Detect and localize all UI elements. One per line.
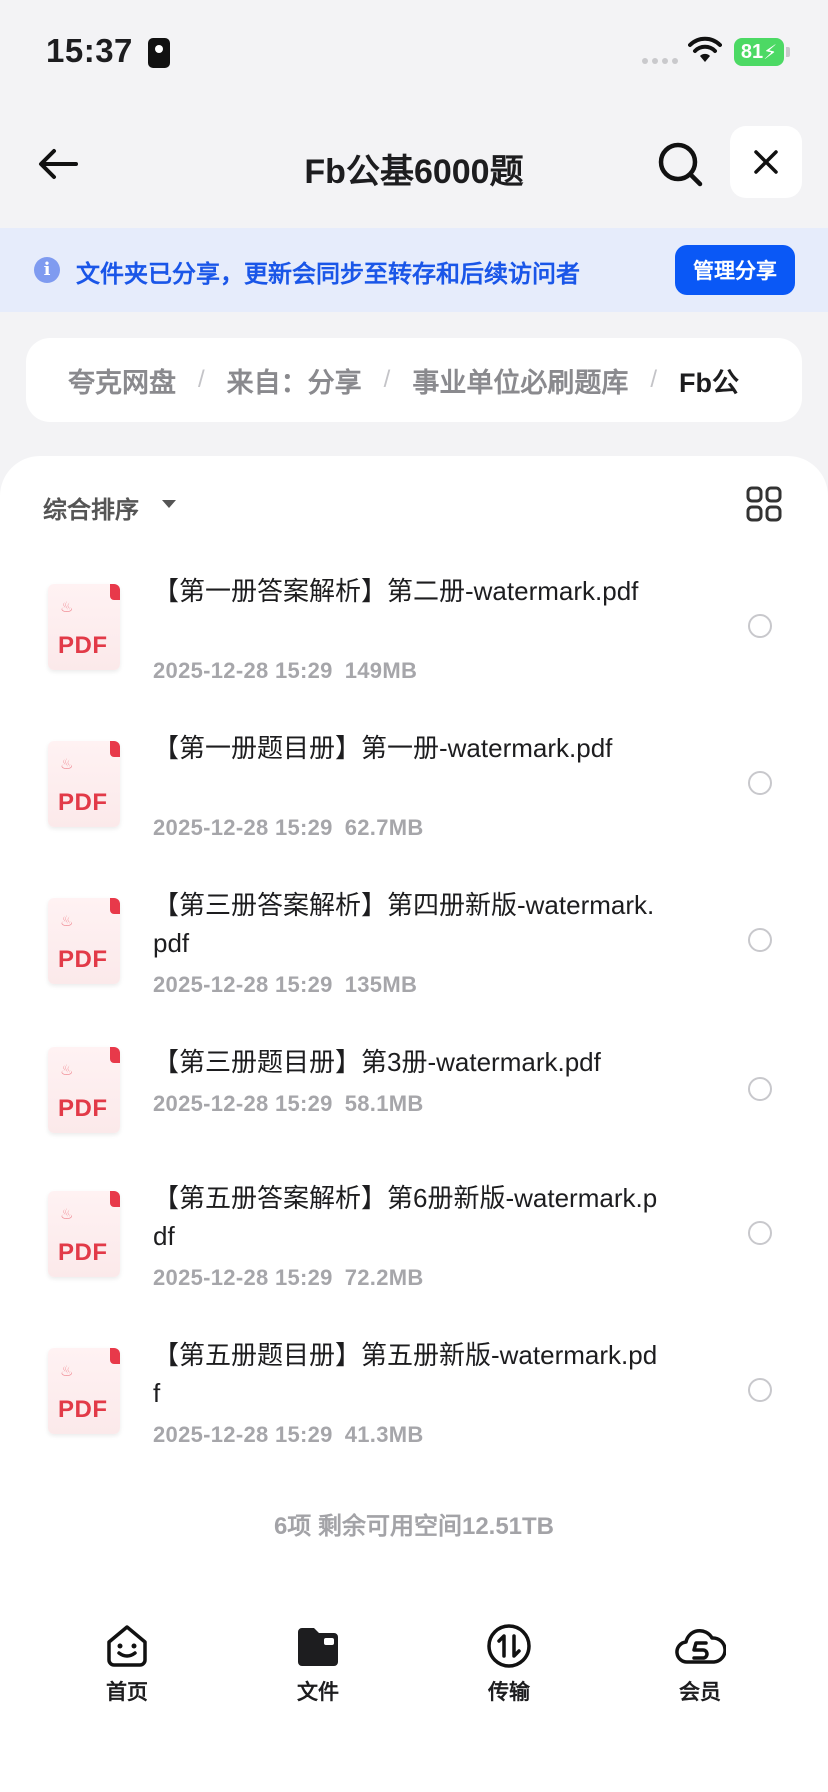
file-meta: 2025-12-28 15:29 41.3MB xyxy=(153,1422,424,1448)
wifi-icon xyxy=(688,36,722,62)
file-name: 【第五册题目册】第五册新版-watermark.pdf xyxy=(153,1340,658,1408)
battery-cap xyxy=(786,47,790,57)
storage-summary: 6项 剩余可用空间12.51TB xyxy=(273,1513,555,1540)
nav-bar: Fb公基6000题 xyxy=(0,120,828,210)
list-item[interactable]: ♨ PDF 【第一册答案解析】第二册-watermark.pdf 2025-12… xyxy=(0,572,828,729)
tab-member[interactable]: 会员 xyxy=(640,1622,760,1706)
select-radio[interactable] xyxy=(748,928,772,952)
file-size: 72.2MB xyxy=(344,1265,424,1290)
breadcrumb-separator: / xyxy=(650,366,658,393)
tab-label: 传输 xyxy=(488,1681,530,1704)
tab-home[interactable]: 首页 xyxy=(67,1622,187,1706)
sort-dropdown[interactable]: 综合排序 xyxy=(43,490,139,525)
select-radio[interactable] xyxy=(748,614,772,638)
grid-view-icon[interactable] xyxy=(746,486,782,522)
tab-transfer[interactable]: 传输 xyxy=(449,1622,569,1706)
bottom-tab-bar: 首页 文件 传输 会员 xyxy=(0,1610,828,1730)
list-item[interactable]: ♨ PDF 【第一册题目册】第一册-watermark.pdf 2025-12-… xyxy=(0,729,828,886)
file-meta: 2025-12-28 15:29 62.7MB xyxy=(153,815,424,841)
select-radio[interactable] xyxy=(748,771,772,795)
file-date: 2025-12-28 15:29 xyxy=(153,972,333,997)
file-meta: 2025-12-28 15:29 135MB xyxy=(153,972,417,998)
info-icon: i xyxy=(34,257,60,283)
manage-share-button[interactable]: 管理分享 xyxy=(675,245,795,295)
file-panel: 综合排序 ♨ PDF 【第一册答案解析】第二册-watermark.pdf 20… xyxy=(0,456,828,1792)
list-item[interactable]: ♨ PDF 【第三册答案解析】第四册新版-watermark.pdf 2025-… xyxy=(0,886,828,1043)
close-button[interactable] xyxy=(730,126,802,198)
search-icon[interactable] xyxy=(656,140,704,188)
status-bar: 15:37 81 ⚡ xyxy=(0,0,828,100)
tab-label: 首页 xyxy=(106,1681,148,1704)
select-radio[interactable] xyxy=(748,1077,772,1101)
file-size: 41.3MB xyxy=(344,1422,424,1447)
select-radio[interactable] xyxy=(748,1221,772,1245)
sim-card-icon xyxy=(148,38,170,68)
list-item[interactable]: ♨ PDF 【第三册题目册】第3册-watermark.pdf 2025-12-… xyxy=(0,1043,828,1190)
caret-down-icon[interactable] xyxy=(162,500,176,508)
breadcrumb-separator: / xyxy=(198,366,205,393)
file-date: 2025-12-28 15:29 xyxy=(153,1265,333,1290)
share-banner-text: 文件夹已分享，更新会同步至转存和后续访问者 xyxy=(76,261,580,288)
breadcrumb: 夸克网盘 / 来自：分享 / 事业单位必刷题库 / Fb公 xyxy=(26,338,802,422)
share-banner: i 文件夹已分享，更新会同步至转存和后续访问者 管理分享 xyxy=(0,228,828,312)
file-size: 149MB xyxy=(344,658,418,683)
file-meta: 2025-12-28 15:29 58.1MB xyxy=(153,1091,424,1117)
battery-level: 81 xyxy=(740,40,764,63)
file-date: 2025-12-28 15:29 xyxy=(153,815,333,840)
breadcrumb-item-folder[interactable]: 事业单位必刷题库 xyxy=(412,361,628,400)
cellular-signal-icon xyxy=(642,58,678,64)
file-name: 【第三册题目册】第3册-watermark.pdf xyxy=(153,1047,601,1077)
breadcrumb-item-root[interactable]: 夸克网盘 xyxy=(68,361,176,400)
list-item[interactable]: ♨ PDF 【第五册答案解析】第6册新版-watermark.pdf 2025-… xyxy=(0,1179,828,1336)
file-date: 2025-12-28 15:29 xyxy=(153,658,333,683)
pdf-file-icon: ♨ PDF xyxy=(48,584,120,670)
pdf-file-icon: ♨ PDF xyxy=(48,898,120,984)
pdf-file-icon: ♨ PDF xyxy=(48,741,120,827)
file-size: 58.1MB xyxy=(344,1091,424,1116)
file-name: 【第五册答案解析】第6册新版-watermark.pdf xyxy=(153,1183,658,1251)
tab-files[interactable]: 文件 xyxy=(258,1622,378,1706)
file-size: 135MB xyxy=(344,972,418,997)
file-meta: 2025-12-28 15:29 149MB xyxy=(153,658,417,684)
file-date: 2025-12-28 15:29 xyxy=(153,1091,333,1116)
close-icon xyxy=(754,150,778,174)
tab-label: 会员 xyxy=(679,1681,721,1704)
breadcrumb-item-share[interactable]: 来自：分享 xyxy=(227,361,362,400)
battery-icon: 81 ⚡ xyxy=(734,38,784,66)
breadcrumb-separator: / xyxy=(383,366,391,393)
pdf-file-icon: ♨ PDF xyxy=(48,1047,120,1133)
file-name: 【第一册答案解析】第二册-watermark.pdf xyxy=(153,576,639,606)
home-face-icon xyxy=(107,1625,147,1667)
status-time: 15:37 xyxy=(46,32,133,69)
list-item[interactable]: ♨ PDF 【第五册题目册】第五册新版-watermark.pdf 2025-1… xyxy=(0,1336,828,1493)
pdf-file-icon: ♨ PDF xyxy=(48,1348,120,1434)
file-name: 【第一册题目册】第一册-watermark.pdf xyxy=(153,733,613,763)
select-radio[interactable] xyxy=(748,1378,772,1402)
file-name: 【第三册答案解析】第四册新版-watermark.pdf xyxy=(153,890,655,958)
file-meta: 2025-12-28 15:29 72.2MB xyxy=(153,1265,424,1291)
file-size: 62.7MB xyxy=(344,815,424,840)
transfer-icon xyxy=(487,1624,531,1668)
pdf-file-icon: ♨ PDF xyxy=(48,1191,120,1277)
file-date: 2025-12-28 15:29 xyxy=(153,1422,333,1447)
folder-icon xyxy=(298,1628,338,1666)
breadcrumb-item-current: Fb公 xyxy=(679,367,740,398)
tab-label: 文件 xyxy=(297,1681,339,1704)
cloud-member-icon xyxy=(675,1629,726,1664)
